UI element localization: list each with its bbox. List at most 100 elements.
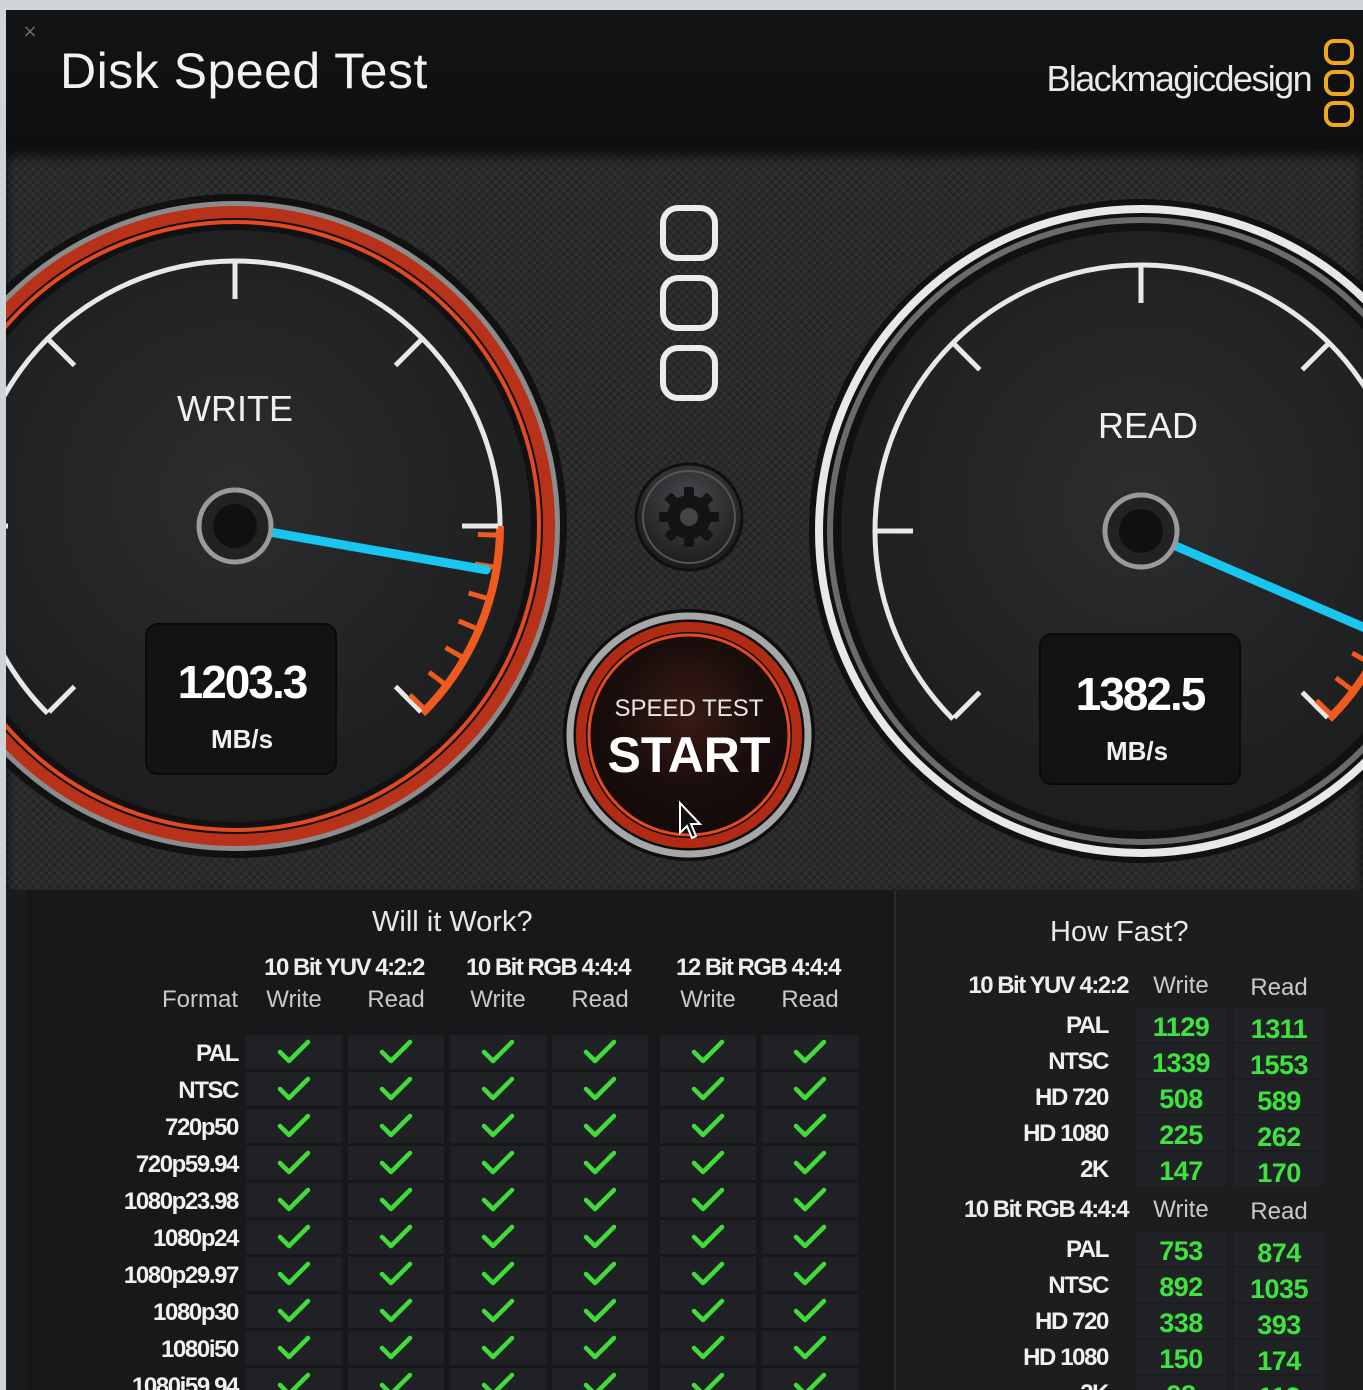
gear-icon (659, 487, 719, 547)
group-2-read-header: Read (781, 986, 839, 1013)
check-icon (481, 1076, 515, 1101)
check-icon (481, 1261, 515, 1286)
check-icon (583, 1224, 617, 1249)
read-speed-value: 874 (1257, 1238, 1301, 1268)
check-icon (691, 1298, 725, 1323)
read-speed-value: 174 (1257, 1346, 1301, 1376)
speed-section-header-0: 10 Bit YUV 4:2:2 (968, 972, 1129, 999)
group-1-write-header: Write (470, 986, 526, 1013)
format-label: 1080i59.94 (131, 1373, 240, 1390)
write-gauge-label: WRITE (177, 388, 293, 429)
speed-format-label: NTSC (1048, 1048, 1109, 1075)
write-speed-value: 753 (1159, 1236, 1203, 1266)
read-gauge-label: READ (1098, 405, 1198, 446)
format-label: 1080p24 (153, 1225, 239, 1252)
check-icon (583, 1076, 617, 1101)
write-speed-value: 892 (1159, 1272, 1203, 1302)
app-title: Disk Speed Test (60, 43, 428, 99)
title-bar: × Disk Speed Test Blackmagicdesign (6, 10, 1363, 150)
check-icon (691, 1039, 725, 1064)
speed-section-header-1: 10 Bit RGB 4:4:4 (963, 1196, 1130, 1223)
check-icon (481, 1298, 515, 1323)
read-value: 1382.5 (1076, 668, 1206, 720)
app-window: × Disk Speed Test Blackmagicdesign WRITE… (6, 10, 1363, 1390)
check-icon (379, 1039, 413, 1064)
group-header-2: 12 Bit RGB 4:4:4 (675, 954, 842, 981)
start-button[interactable]: SPEED TEST START (563, 609, 815, 861)
check-icon (583, 1150, 617, 1175)
check-icon (583, 1187, 617, 1212)
write-speed-value: 338 (1159, 1308, 1203, 1338)
check-icon (583, 1372, 617, 1390)
check-icon (691, 1150, 725, 1175)
check-icon (481, 1150, 515, 1175)
check-icon (583, 1335, 617, 1360)
speed-section-0-read-header: Read (1250, 974, 1308, 1001)
check-icon (379, 1335, 413, 1360)
will-it-work-panel: Will it Work? Format 10 Bit YUV 4:2:2 Writ… (26, 890, 896, 1390)
read-speed-value: 170 (1257, 1158, 1301, 1188)
check-icon (793, 1113, 827, 1138)
settings-button[interactable] (634, 462, 744, 572)
write-speed-value: 225 (1159, 1120, 1203, 1150)
speed-format-label: HD 720 (1035, 1308, 1109, 1335)
start-button-caption: SPEED TEST (615, 695, 764, 722)
check-icon (379, 1372, 413, 1390)
check-icon (691, 1187, 725, 1212)
check-icon (277, 1076, 311, 1101)
check-icon (277, 1187, 311, 1212)
format-label: 1080p23.98 (123, 1188, 240, 1215)
check-icon (481, 1039, 515, 1064)
format-label: 1080i50 (161, 1336, 239, 1363)
check-icon (481, 1335, 515, 1360)
check-icon (793, 1187, 827, 1212)
check-icon (277, 1298, 311, 1323)
group-header-0: 10 Bit YUV 4:2:2 (264, 954, 425, 981)
check-icon (793, 1335, 827, 1360)
check-icon (379, 1261, 413, 1286)
read-unit: MB/s (1106, 736, 1168, 766)
speed-format-label: NTSC (1048, 1272, 1109, 1299)
read-speed-value: 1311 (1250, 1014, 1308, 1044)
check-icon (793, 1224, 827, 1249)
check-icon (793, 1298, 827, 1323)
check-icon (277, 1335, 311, 1360)
write-unit: MB/s (211, 724, 273, 754)
read-speed-value: 262 (1257, 1122, 1301, 1152)
speed-section-0-write-header: Write (1153, 972, 1209, 999)
check-icon (793, 1076, 827, 1101)
center-logo-icon (660, 205, 718, 401)
check-icon (481, 1224, 515, 1249)
group-0-read-header: Read (367, 986, 425, 1013)
write-speed-value: 98 (1141, 1380, 1221, 1390)
check-icon (583, 1261, 617, 1286)
check-icon (379, 1113, 413, 1138)
read-gauge: READ 1382.5 MB/s (809, 199, 1363, 863)
check-icon (583, 1113, 617, 1138)
format-label: 1080p30 (153, 1299, 239, 1326)
check-icon (793, 1372, 827, 1390)
format-label: 720p50 (165, 1114, 239, 1141)
group-1-read-header: Read (571, 986, 629, 1013)
group-header-1: 10 Bit RGB 4:4:4 (465, 954, 632, 981)
check-icon (691, 1372, 725, 1390)
read-speed-value: 589 (1257, 1086, 1301, 1116)
read-speed-value: 1553 (1249, 1050, 1309, 1080)
write-speed-value: 1339 (1151, 1048, 1211, 1078)
check-icon (691, 1261, 725, 1286)
speed-section-1-write-header: Write (1153, 1196, 1209, 1223)
close-button[interactable]: × (20, 22, 40, 42)
brand-wordmark: Blackmagicdesign (1046, 58, 1312, 99)
check-icon (379, 1298, 413, 1323)
check-icon (277, 1372, 311, 1390)
results-area: Will it Work? Format 10 Bit YUV 4:2:2 Writ… (6, 890, 1363, 1390)
check-icon (379, 1187, 413, 1212)
speed-format-label: 2K (918, 1380, 1109, 1390)
check-icon (481, 1372, 515, 1390)
speed-section-1-read-header: Read (1250, 1198, 1308, 1225)
format-header: Format (161, 986, 238, 1013)
check-icon (277, 1113, 311, 1138)
check-icon (277, 1039, 311, 1064)
check-icon (277, 1224, 311, 1249)
speed-format-label: HD 720 (1035, 1084, 1109, 1111)
